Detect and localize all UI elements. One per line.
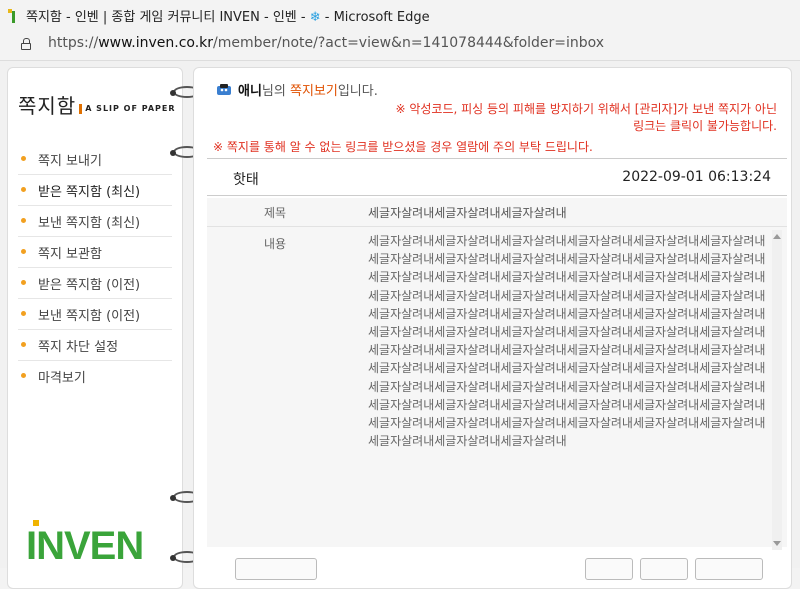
window-titlebar: 쪽지함 - 인벤 | 종합 게임 커뮤니티 INVEN - 인벤 - ❄ - M… [0,0,800,30]
security-notice: ※ 악성코드, 피싱 등의 피해를 방지하기 위해서 [관리자]가 보낸 쪽지가… [395,102,777,133]
bullet-icon [21,373,26,378]
subject-value: 세글자살려내세글자살려내세글자살려내 [368,206,567,220]
bullet-icon [21,311,26,316]
sidebar-item-inbox-recent[interactable]: 받은 쪽지함 (최신) [18,175,172,206]
bullet-icon [21,249,26,254]
greeting-highlight: 쪽지보기 [289,84,338,99]
window-title: 쪽지함 - 인벤 | 종합 게임 커뮤니티 INVEN - 인벤 - ❄ - M… [26,6,430,25]
window-title-prefix: 쪽지함 - 인벤 | 종합 게임 커뮤니티 INVEN - 인벤 - [26,10,310,25]
note-logo[interactable]: 쪽지함 A SLIP OF PAPER [18,90,178,120]
inven-logo[interactable]: INVEN [26,520,166,570]
address-bar[interactable]: https://www.inven.co.kr/member/note/?act… [0,30,800,61]
subject-row: 제목 세글자살려내세글자살려내세글자살려내 [207,198,787,227]
page: 쪽지함 A SLIP OF PAPER 쪽지 보내기 받은 쪽지함 (최신) 보낸… [0,61,800,589]
greeting-text: 님의 [261,84,290,99]
bullet-icon [21,342,26,347]
sidebar-menu: 쪽지 보내기 받은 쪽지함 (최신) 보낸 쪽지함 (최신) 쪽지 보관함 받은… [8,144,172,391]
sender-nickname: 애니 [238,84,262,99]
inven-tab-icon [8,7,18,23]
logo-subtitle: A SLIP OF PAPER [85,104,176,113]
bullet-icon [21,156,26,161]
content-label: 내용 [264,237,287,251]
logo-divider [79,103,83,114]
sidebar-item-label: 마격보기 [38,371,86,386]
link-warning-notice: ※ 쪽지를 통해 알 수 없는 링크를 받으셨을 경우 열람에 주의 부탁 드립… [213,140,593,154]
reply-button[interactable] [585,558,633,580]
logo-title: 쪽지함 [18,94,77,118]
avatar-icon [217,84,231,95]
window-title-suffix: - Microsoft Edge [320,10,430,25]
message-sender[interactable]: 핫태 [233,169,259,189]
content-scrollbar[interactable] [772,230,782,550]
sidebar-item-label: 받은 쪽지함 (이전) [38,278,141,293]
note-view: 애니님의 쪽지보기입니다. ※ 악성코드, 피싱 등의 피해를 방지하기 위해서… [193,67,792,589]
sidebar-item-label: 보낸 쪽지함 (이전) [38,309,141,324]
scroll-up-icon[interactable] [773,234,781,239]
greeting: 애니님의 쪽지보기입니다. [216,80,378,99]
block-button[interactable] [695,558,763,580]
url-path: /member/note/?act=view&n=141078444&folde… [213,35,605,51]
sidebar: 쪽지함 A SLIP OF PAPER 쪽지 보내기 받은 쪽지함 (최신) 보낸… [7,67,183,589]
url-text[interactable]: https://www.inven.co.kr/member/note/?act… [48,35,604,51]
sidebar-item-label: 쪽지 보관함 [38,247,102,262]
sidebar-item-sent-recent[interactable]: 보낸 쪽지함 (최신) [18,206,172,237]
sidebar-item-label: 쪽지 차단 설정 [38,340,119,355]
message-content: 세글자살려내세글자살려내세글자살려내세글자살려내세글자살려내세글자살려내세글자살… [368,234,766,449]
bullet-icon [21,218,26,223]
delete-button[interactable] [640,558,688,580]
message-header: 핫태 2022-09-01 06:13:24 [207,158,787,196]
sidebar-item-inbox-old[interactable]: 받은 쪽지함 (이전) [18,268,172,299]
lock-icon[interactable] [21,38,31,50]
url-host: www.inven.co.kr [98,35,214,51]
sidebar-item-magyeok[interactable]: 마격보기 [18,361,172,391]
sidebar-item-sent-old[interactable]: 보낸 쪽지함 (이전) [18,299,172,330]
snowflake-icon: ❄ [309,10,321,25]
content-row: 내용 세글자살려내세글자살려내세글자살려내세글자살려내세글자살려내세글자살려내세… [207,227,787,550]
list-button[interactable] [235,558,317,580]
inven-logo-text: INVEN [26,524,144,568]
sidebar-item-archive[interactable]: 쪽지 보관함 [18,237,172,268]
scroll-down-icon[interactable] [773,541,781,546]
sidebar-item-block-settings[interactable]: 쪽지 차단 설정 [18,330,172,361]
sidebar-item-label: 쪽지 보내기 [38,154,102,169]
bullet-icon [21,280,26,285]
sidebar-item-label: 받은 쪽지함 (최신) [38,185,141,200]
sidebar-item-label: 보낸 쪽지함 (최신) [38,216,141,231]
sidebar-item-send[interactable]: 쪽지 보내기 [18,144,172,175]
greeting-text-end: 입니다. [337,84,378,99]
message-date: 2022-09-01 06:13:24 [622,169,771,185]
subject-label: 제목 [264,206,287,220]
url-prefix: https:// [48,35,99,51]
bullet-icon [21,187,26,192]
